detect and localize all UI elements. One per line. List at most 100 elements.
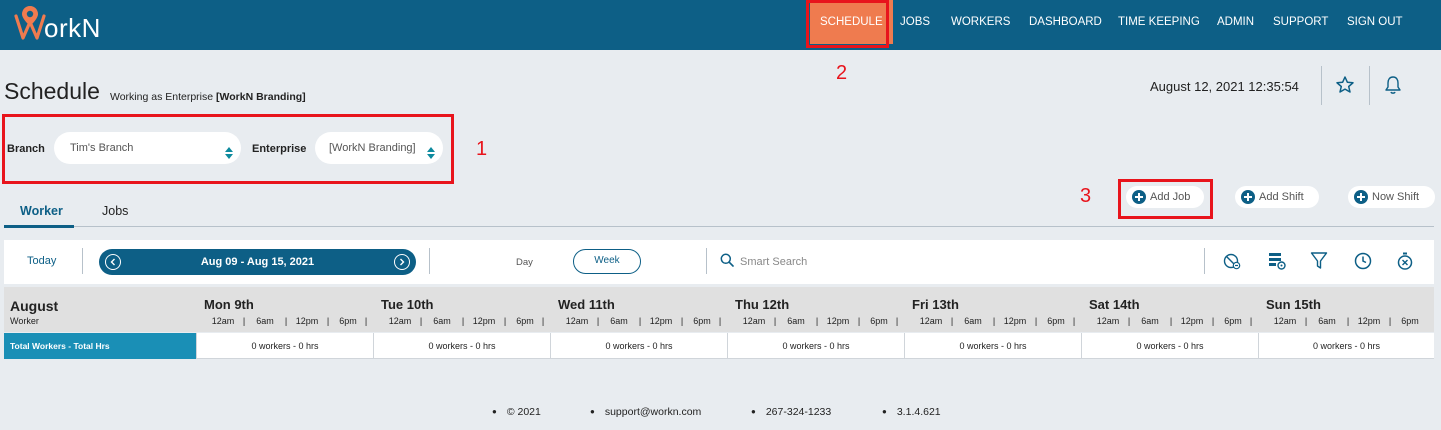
hour-separator: | — [419, 316, 423, 326]
toolbar-divider — [429, 248, 430, 274]
hour-label: 6pm — [693, 316, 711, 326]
annotation-box-2 — [806, 0, 889, 48]
day-name: Sat 14th — [1089, 297, 1140, 312]
top-navbar: orkN SCHEDULE JOBS WORKERS DASHBOARD TIM… — [0, 0, 1441, 50]
hour-label: 12am — [388, 316, 412, 326]
hour-label: 12pm — [1003, 316, 1027, 326]
add-job-button[interactable]: Add Job — [1126, 186, 1204, 208]
tab-jobs[interactable]: Jobs — [102, 204, 128, 218]
nav-time-keeping[interactable]: TIME KEEPING — [1118, 0, 1200, 44]
hour-ticks: 12am | 6am | 12pm | 6pm | — [1085, 316, 1255, 326]
hour-label: 6am — [964, 316, 982, 326]
hour-separator: | — [503, 316, 507, 326]
footer-email[interactable]: support@workn.com — [590, 406, 701, 418]
nav-workers[interactable]: WORKERS — [951, 0, 1010, 44]
hour-label: 6pm — [1224, 316, 1242, 326]
filter-icon[interactable] — [1310, 251, 1328, 276]
table-cell[interactable]: 0 workers - 0 hrs — [196, 333, 373, 359]
table-cell[interactable]: 0 workers - 0 hrs — [373, 333, 550, 359]
hour-label: 12am — [919, 316, 943, 326]
hour-label: 6pm — [516, 316, 534, 326]
day-name: Fri 13th — [912, 297, 959, 312]
tab-active-indicator — [4, 225, 74, 228]
hour-label: 6pm — [339, 316, 357, 326]
star-icon[interactable] — [1335, 75, 1355, 100]
hour-separator: | — [895, 316, 899, 326]
hour-separator: | — [461, 316, 465, 326]
footer-copyright: © 2021 — [492, 406, 541, 418]
tab-worker[interactable]: Worker — [20, 204, 63, 218]
hour-label: 12pm — [1357, 316, 1381, 326]
table-cell[interactable]: 0 workers - 0 hrs — [1258, 333, 1434, 359]
hour-label: 12pm — [826, 316, 850, 326]
day-column: Wed 11th 12am | 6am | 12pm | 6pm | — [554, 287, 731, 332]
nav-dashboard[interactable]: DASHBOARD — [1029, 0, 1102, 44]
plus-circle-icon — [1241, 190, 1255, 204]
page-subtitle: Working as Enterprise [WorkN Branding] — [110, 91, 306, 103]
hour-ticks: 12am | 6am | 12pm | 6pm | — [731, 316, 901, 326]
hour-separator: | — [1169, 316, 1173, 326]
hour-label: 12am — [1096, 316, 1120, 326]
hour-label: 12pm — [472, 316, 496, 326]
table-cell[interactable]: 0 workers - 0 hrs — [1081, 333, 1258, 359]
view-day-button[interactable]: Day — [516, 257, 533, 268]
add-shift-button[interactable]: Add Shift — [1235, 186, 1319, 208]
hour-separator: | — [1304, 316, 1308, 326]
header-divider-2 — [1369, 66, 1370, 105]
today-button[interactable]: Today — [27, 255, 56, 267]
hour-separator: | — [773, 316, 777, 326]
bell-icon[interactable] — [1384, 75, 1402, 100]
table-cell[interactable]: 0 workers - 0 hrs — [904, 333, 1081, 359]
hour-separator: | — [284, 316, 288, 326]
annotation-number-2: 2 — [836, 62, 848, 84]
day-name: Wed 11th — [558, 297, 615, 312]
subtitle-prefix: Working as Enterprise — [110, 91, 217, 103]
hour-separator: | — [718, 316, 722, 326]
day-name: Mon 9th — [204, 297, 254, 312]
date-range-label: Aug 09 - Aug 15, 2021 — [200, 256, 315, 268]
now-shift-label: Now Shift — [1372, 191, 1420, 203]
hour-label: 12pm — [295, 316, 319, 326]
schedule-grid-header: August Worker Mon 9th 12am | 6am | 12pm | 6pm | T… — [4, 287, 1434, 332]
clock-icon[interactable] — [1353, 251, 1373, 276]
hour-separator: | — [1346, 316, 1350, 326]
nav-admin[interactable]: ADMIN — [1217, 0, 1254, 44]
hour-label: 6am — [1318, 316, 1336, 326]
add-job-label: Add Job — [1150, 191, 1191, 203]
now-shift-button[interactable]: Now Shift — [1348, 186, 1435, 208]
hide-icon[interactable] — [1222, 251, 1242, 276]
hour-label: 6pm — [1047, 316, 1065, 326]
hour-separator: | — [1034, 316, 1038, 326]
table-row: Total Workers - Total Hrs 0 workers - 0 … — [4, 333, 1434, 359]
toolbar-divider — [706, 248, 707, 274]
add-shift-label: Add Shift — [1259, 191, 1304, 203]
table-cell[interactable]: 0 workers - 0 hrs — [550, 333, 727, 359]
hour-ticks: 12am | 6am | 12pm | 6pm | — [200, 316, 370, 326]
workn-logo[interactable]: orkN — [14, 4, 101, 44]
hour-label: 12pm — [649, 316, 673, 326]
smart-search-input[interactable]: Smart Search — [740, 256, 807, 268]
chevron-left-icon[interactable] — [105, 254, 121, 270]
view-week-button[interactable]: Week — [573, 249, 641, 274]
hour-separator: | — [1388, 316, 1392, 326]
annotation-number-1: 1 — [476, 138, 488, 160]
stopwatch-icon[interactable] — [1395, 251, 1415, 276]
toolbar-divider — [1204, 248, 1205, 274]
hour-label: 12am — [742, 316, 766, 326]
nav-jobs[interactable]: JOBS — [900, 0, 930, 44]
day-name: Thu 12th — [735, 297, 790, 312]
table-cell[interactable]: 0 workers - 0 hrs — [727, 333, 904, 359]
day-name: Sun 15th — [1266, 297, 1321, 312]
annotation-number-3: 3 — [1080, 185, 1092, 207]
day-column: Fri 13th 12am | 6am | 12pm | 6pm | — [908, 287, 1085, 332]
hour-separator: | — [950, 316, 954, 326]
plus-circle-icon — [1132, 190, 1146, 204]
tabs-divider — [4, 226, 1434, 227]
hour-ticks: 12am | 6am | 12pm | 6pm | — [377, 316, 547, 326]
nav-sign-out[interactable]: SIGN OUT — [1347, 0, 1403, 44]
page-title: Schedule — [4, 78, 100, 104]
settings-list-icon[interactable] — [1267, 251, 1287, 276]
chevron-right-icon[interactable] — [394, 254, 410, 270]
date-range-navigator: Aug 09 - Aug 15, 2021 — [99, 249, 416, 275]
nav-support[interactable]: SUPPORT — [1273, 0, 1328, 44]
